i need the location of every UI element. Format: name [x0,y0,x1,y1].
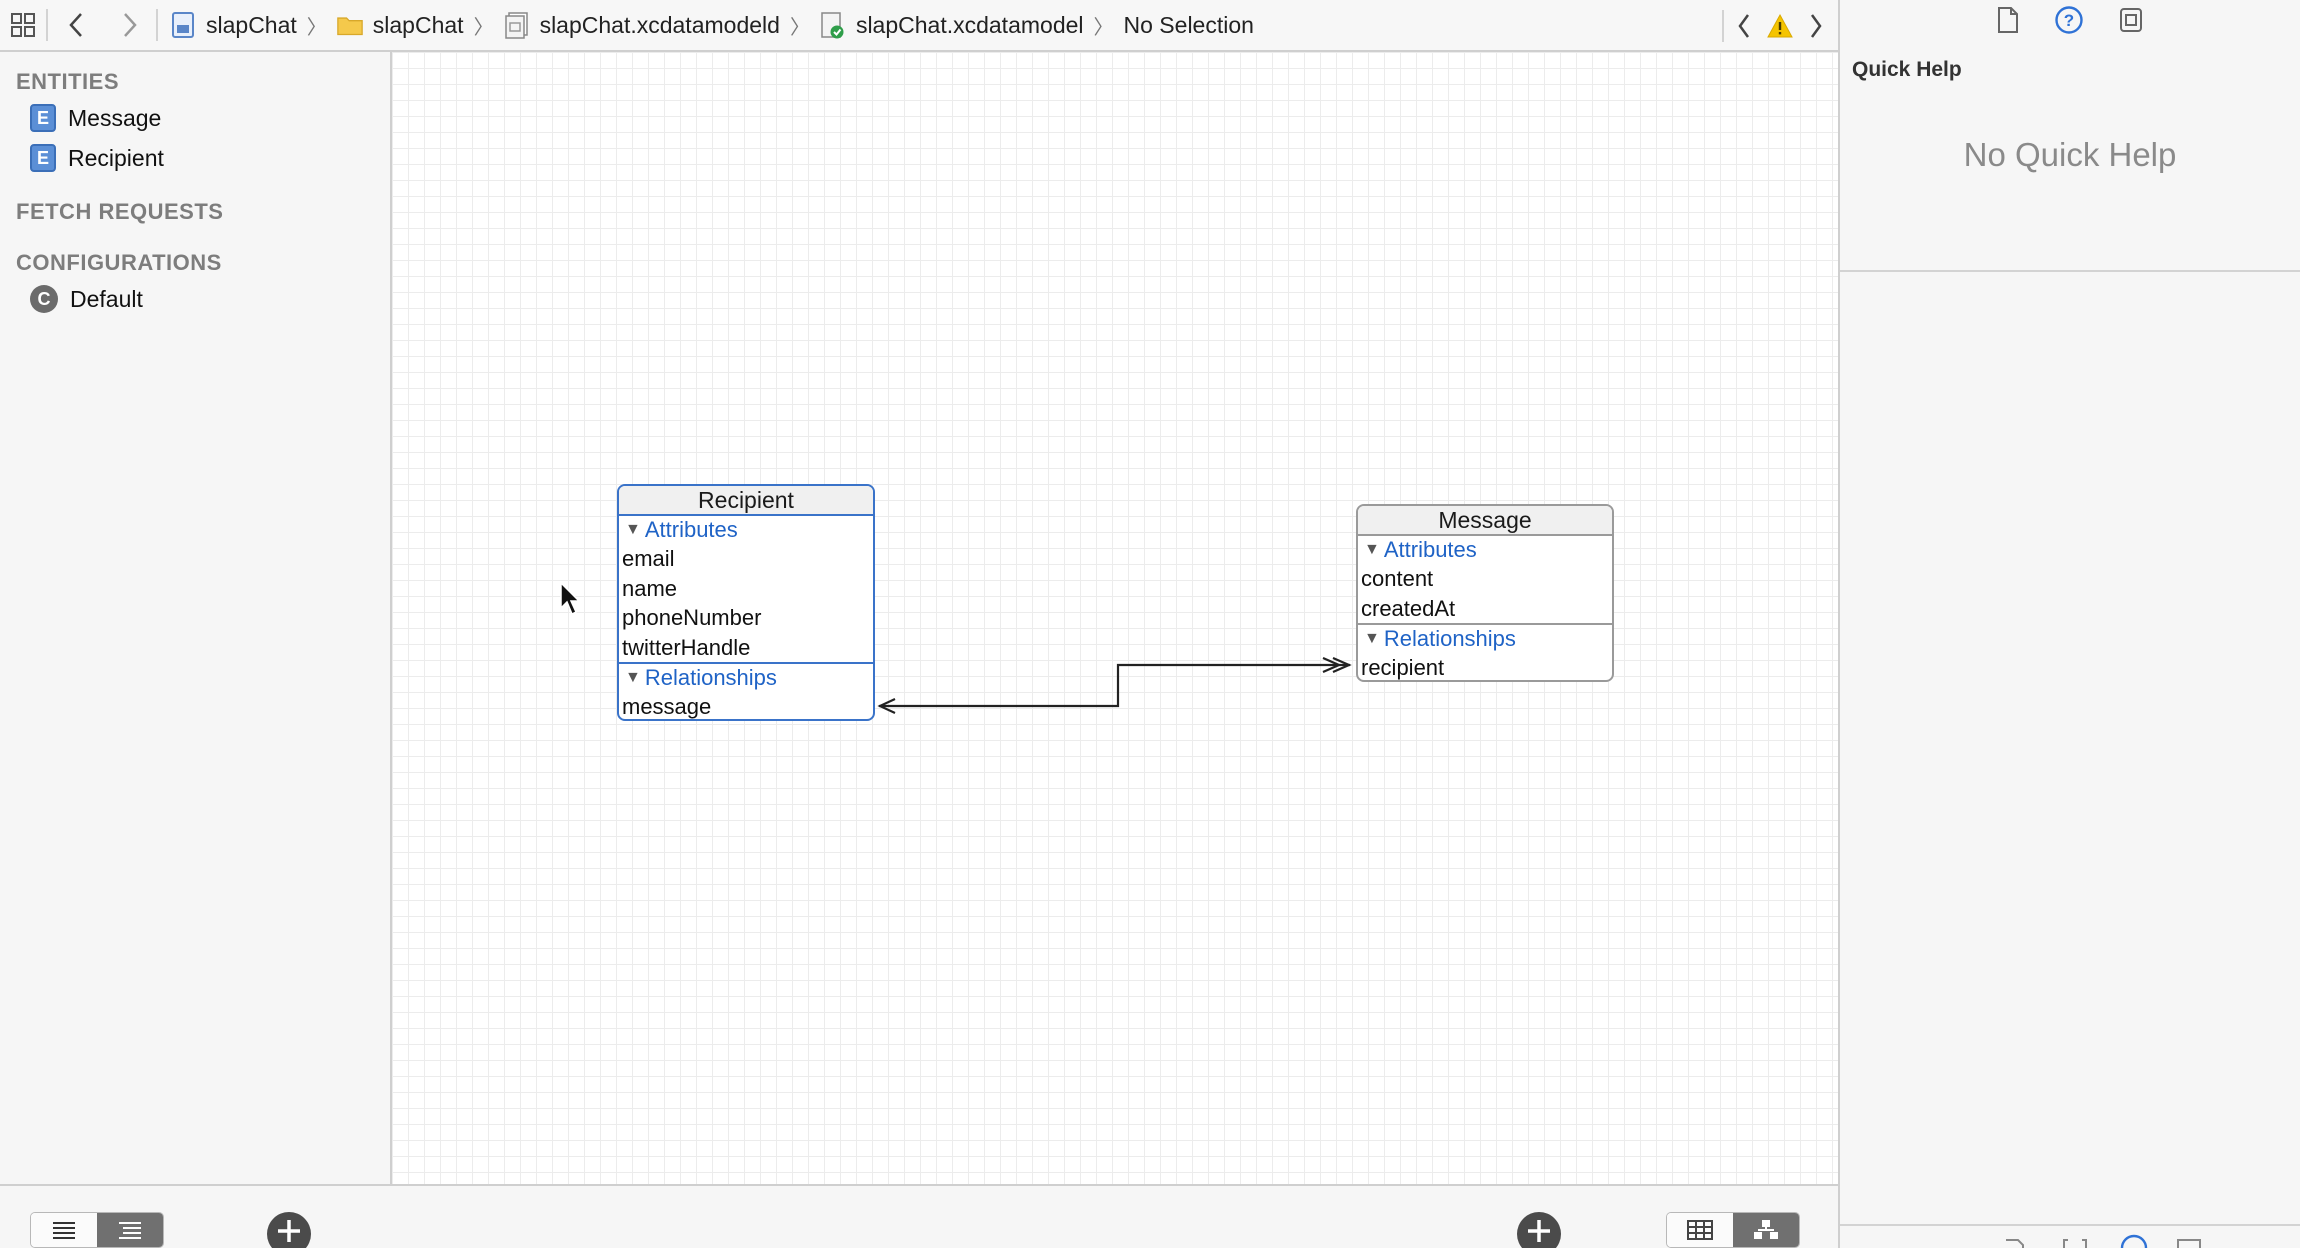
relationship-row[interactable]: message [619,692,873,719]
entity-item-recipient[interactable]: E Recipient [0,138,390,178]
breadcrumb-item-folder[interactable]: slapChat [336,11,464,39]
relationships-group-header[interactable]: ▼ Relationships [619,664,873,692]
add-entity-button[interactable] [267,1212,311,1248]
breadcrumb-item-model-bundle[interactable]: slapChat.xcdatamodeld [504,11,780,39]
breadcrumb-label: slapChat.xcdatamodeld [539,11,780,38]
outline-style-segmented-control [30,1212,164,1248]
inspector-divider [1840,270,2300,272]
inspector-tab-bar: ? [1840,0,2300,44]
attributes-group-header[interactable]: ▼ Attributes [1358,536,1612,564]
back-chevron-icon[interactable] [48,0,104,51]
disclosure-triangle-icon[interactable]: ▼ [1364,536,1380,564]
entity-title: Recipient [619,486,873,516]
svg-text:?: ? [2064,11,2074,30]
project-icon [170,11,196,39]
attribute-row[interactable]: phoneNumber [619,603,873,633]
configuration-item-default[interactable]: C Default [0,279,390,319]
attribute-row[interactable]: content [1358,564,1612,594]
graph-editor-style-button[interactable] [1733,1213,1799,1247]
data-model-file-icon [820,11,846,39]
entity-badge-icon: E [30,104,56,132]
list-style-button[interactable] [31,1213,97,1247]
breadcrumb-item-selection[interactable]: No Selection [1124,12,1254,39]
model-graph-canvas[interactable]: Recipient ▼ Attributes email name phoneN… [392,52,1838,1184]
toolbar-separator [156,9,158,41]
breadcrumb-separator-icon: 〉 [473,16,494,39]
quick-help-title: Quick Help [1852,58,1962,81]
configuration-item-label: Default [70,285,143,312]
breadcrumb-label: slapChat [372,11,464,38]
configuration-badge-icon: C [30,285,58,313]
breadcrumb-separator-icon: 〉 [1093,16,1114,39]
breadcrumb-label: No Selection [1123,11,1254,38]
attribute-row[interactable]: name [619,574,873,604]
disclosure-triangle-icon[interactable]: ▼ [625,516,641,544]
editor-style-segmented-control [1666,1212,1800,1248]
library-tab-bar [1840,1224,2300,1248]
mouse-pointer-icon [560,581,582,621]
entity-item-label: Recipient [68,144,164,171]
entity-navigator: ENTITIES E Message E Recipient FETCH REQ… [0,52,392,1184]
hierarchy-style-button[interactable] [97,1213,163,1247]
quick-help-tab-icon[interactable]: ? [2054,5,2084,40]
disclosure-triangle-icon[interactable]: ▼ [1364,625,1380,653]
entity-title: Message [1358,506,1612,536]
entity-item-message[interactable]: E Message [0,98,390,138]
fetch-requests-section-title: FETCH REQUESTS [16,199,224,224]
breadcrumb-label: slapChat [206,11,297,38]
relationship-connector [877,656,1352,714]
relationships-group-header[interactable]: ▼ Relationships [1358,625,1612,653]
folder-icon [336,11,363,39]
jump-bar: slapChat 〉 slapChat 〉 slapChat.xcdatamod… [0,0,1838,52]
forward-chevron-icon[interactable] [104,0,156,51]
table-editor-style-button[interactable] [1667,1213,1733,1247]
add-attribute-button[interactable] [1517,1212,1561,1248]
entities-section-title: ENTITIES [16,69,120,94]
utility-inspector: ? Quick Help No Quick Help [1838,0,2300,1248]
attribute-row[interactable]: twitterHandle [619,633,873,663]
next-issue-chevron-icon[interactable] [1804,6,1828,46]
breadcrumb-separator-icon: 〉 [789,16,810,39]
warning-icon[interactable] [1764,6,1796,46]
toolbar-separator [1722,10,1724,42]
disclosure-triangle-icon[interactable]: ▼ [625,664,641,692]
relationships-label: Relationships [644,665,777,690]
attributes-group-header[interactable]: ▼ Attributes [619,516,873,544]
no-quick-help-message: No Quick Help [1963,136,2177,173]
breadcrumb-label: slapChat.xcdatamodel [855,11,1084,38]
breadcrumb-item-project[interactable]: slapChat [170,11,297,39]
file-inspector-tab-icon[interactable] [1996,6,2020,39]
data-model-bundle-icon [504,11,530,39]
attribute-row[interactable]: createdAt [1358,594,1612,624]
issue-navigator [1722,0,1828,52]
entity-item-label: Message [68,104,162,131]
breadcrumb: slapChat 〉 slapChat 〉 slapChat.xcdatamod… [170,11,1254,40]
breadcrumb-item-model-file[interactable]: slapChat.xcdatamodel [820,11,1084,39]
relationships-label: Relationships [1383,626,1516,651]
attributes-label: Attributes [644,517,738,542]
previous-issue-chevron-icon[interactable] [1732,6,1756,46]
entity-box-message[interactable]: Message ▼ Attributes content createdAt ▼… [1356,504,1614,682]
entity-box-recipient[interactable]: Recipient ▼ Attributes email name phoneN… [617,484,875,721]
breadcrumb-separator-icon: 〉 [306,16,327,39]
data-model-inspector-tab-icon[interactable] [2118,6,2144,39]
entity-badge-icon: E [30,144,56,172]
relationship-row[interactable]: recipient [1358,653,1612,680]
attributes-label: Attributes [1383,537,1477,562]
configurations-section-title: CONFIGURATIONS [16,250,222,275]
related-items-grid-icon[interactable] [0,0,46,51]
attribute-row[interactable]: email [619,544,873,574]
editor-bottom-bar [0,1184,1838,1248]
